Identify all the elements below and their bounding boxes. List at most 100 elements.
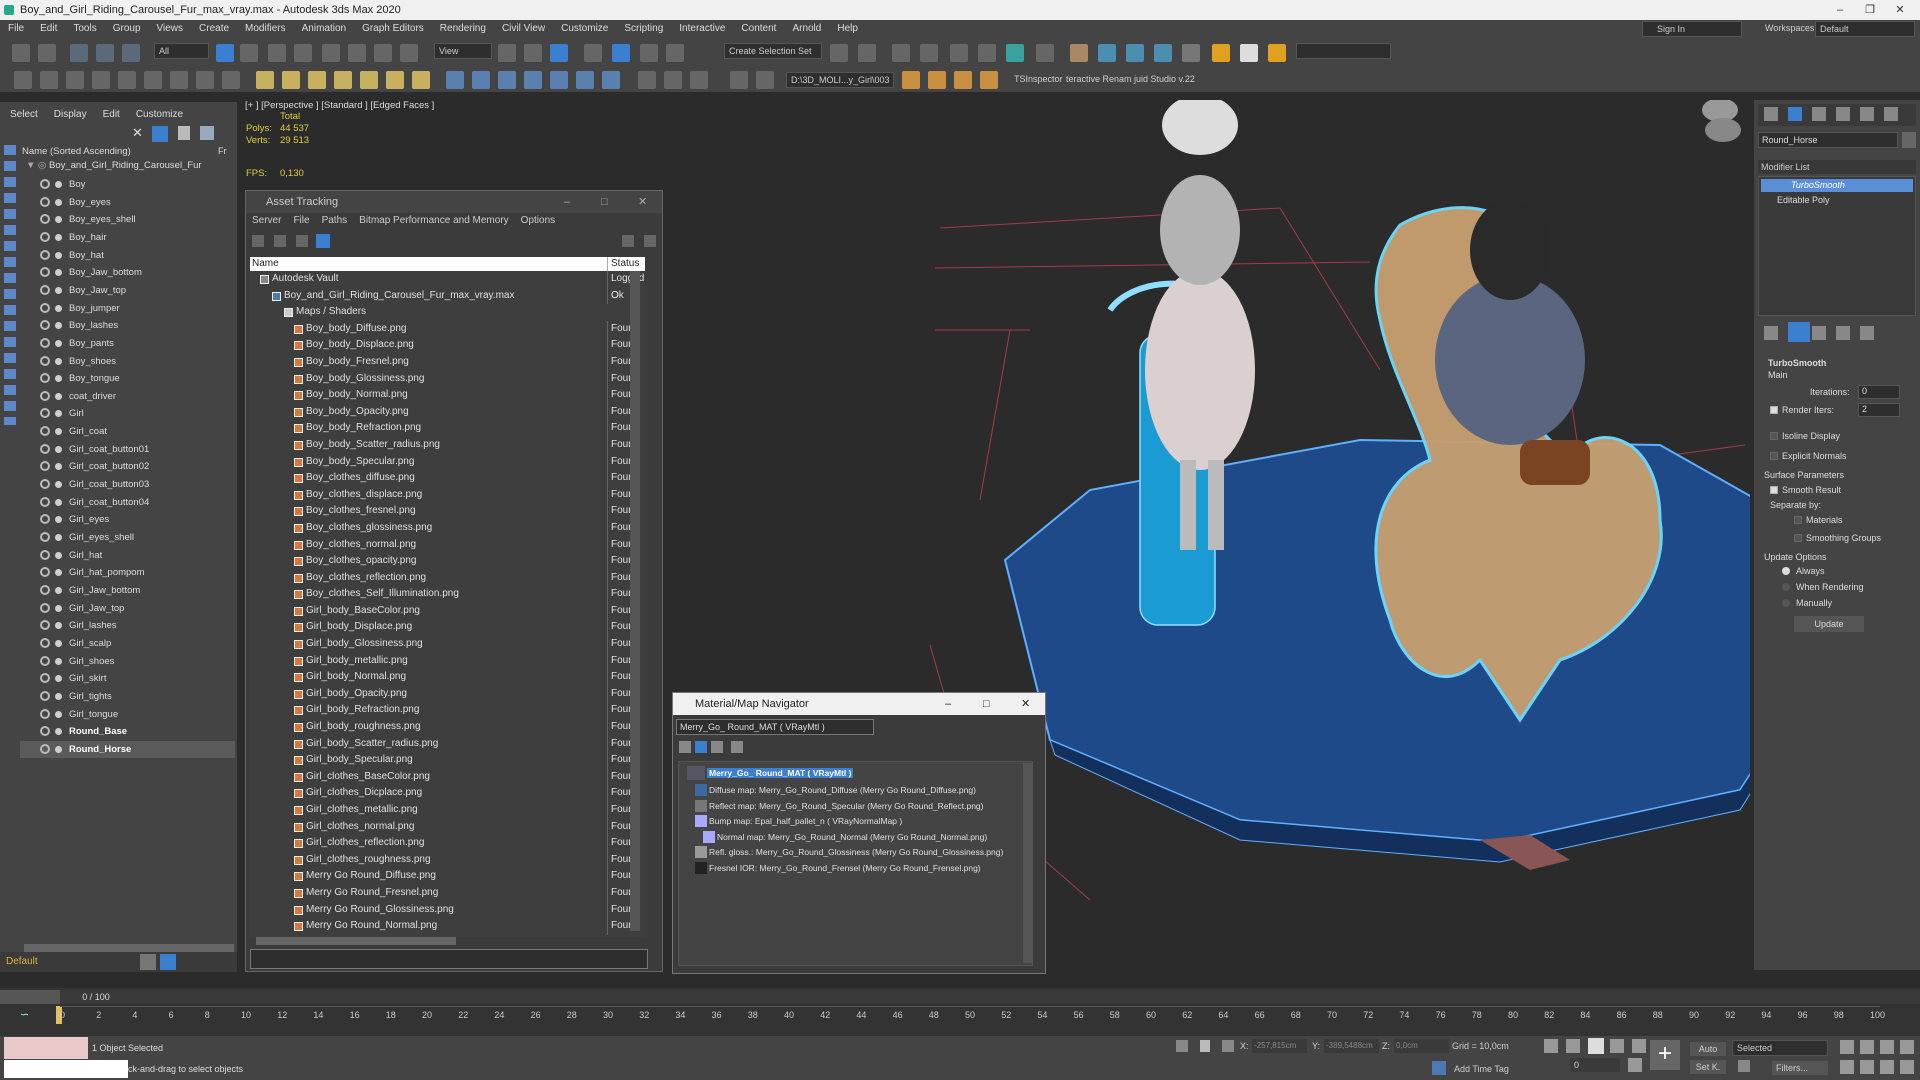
asset-row-maps[interactable]: Maps / Shaders bbox=[250, 304, 645, 321]
menu-rendering[interactable]: Rendering bbox=[432, 20, 494, 38]
menu-modifiers[interactable]: Modifiers bbox=[237, 20, 294, 38]
torus-icon[interactable] bbox=[334, 71, 352, 89]
material-root[interactable]: Merry_Go_ Round_MAT ( VRayMtl ) bbox=[707, 768, 854, 778]
configure-modifier-sets-icon[interactable] bbox=[1860, 326, 1874, 340]
asset-row[interactable]: Girl_body_Normal.png Found bbox=[250, 669, 645, 686]
render-iterative-icon[interactable] bbox=[1126, 44, 1144, 62]
zoom-extents-icon[interactable] bbox=[1880, 1040, 1894, 1054]
visibility-eye-icon[interactable] bbox=[40, 479, 50, 490]
visibility-eye-icon[interactable] bbox=[40, 179, 50, 189]
stack-editable-poly[interactable]: Editable Poly bbox=[1761, 194, 1913, 207]
asset-menu-bitmap[interactable]: Bitmap Performance and Memory bbox=[353, 213, 515, 229]
scene-item[interactable]: Girl_coat_button02 bbox=[20, 458, 235, 475]
scene-item[interactable]: Boy_hair bbox=[20, 229, 235, 246]
asset-path-field[interactable] bbox=[250, 949, 648, 969]
maxscript-listener[interactable] bbox=[4, 1037, 88, 1059]
tool-l-icon[interactable] bbox=[498, 71, 516, 89]
scene-item[interactable]: Girl_Jaw_bottom bbox=[20, 582, 235, 599]
update-button[interactable]: Update bbox=[1794, 616, 1864, 632]
percent-snap-icon[interactable] bbox=[640, 44, 658, 62]
render-production-icon[interactable] bbox=[1098, 44, 1116, 62]
scene-view-icon[interactable] bbox=[160, 954, 176, 970]
smoothing-groups-checkbox[interactable] bbox=[1794, 534, 1802, 542]
close-icon[interactable]: ✕ bbox=[1880, 0, 1920, 20]
visibility-eye-icon[interactable] bbox=[40, 637, 50, 648]
asset-row[interactable]: Boy_body_Displace.png Found bbox=[250, 337, 645, 354]
visibility-eye-icon[interactable] bbox=[40, 214, 50, 225]
scene-item[interactable]: Boy_pants bbox=[20, 335, 235, 352]
time-config-icon[interactable] bbox=[1628, 1058, 1642, 1072]
cylinder-icon[interactable] bbox=[308, 71, 326, 89]
scene-item[interactable]: Boy_Jaw_bottom bbox=[20, 264, 235, 281]
current-frame-field[interactable]: 0 bbox=[1570, 1058, 1620, 1072]
arnold-a-icon[interactable] bbox=[1212, 44, 1230, 62]
scene-item[interactable]: Boy_shoes bbox=[20, 353, 235, 370]
object-name-field[interactable]: Round_Horse bbox=[1758, 132, 1898, 148]
set-key-button[interactable]: Set K. bbox=[1690, 1060, 1726, 1074]
asset-row[interactable]: Boy_body_Fresnel.png Found bbox=[250, 353, 645, 371]
mat-close-icon[interactable]: ✕ bbox=[1021, 693, 1030, 715]
visibility-eye-icon[interactable] bbox=[40, 426, 50, 437]
camera-icon[interactable] bbox=[412, 71, 430, 89]
asset-name-column[interactable]: Name bbox=[252, 257, 279, 271]
renamer-button[interactable]: teractive Renam juid Studio v.22 bbox=[1066, 74, 1195, 84]
scene-item[interactable]: Boy_eyes_shell bbox=[20, 211, 235, 228]
tab-display[interactable]: Display bbox=[44, 106, 93, 124]
material-map-row[interactable]: Diffuse map: Merry_Go_Round_Diffuse (Mer… bbox=[709, 785, 976, 795]
time-tag-icon[interactable] bbox=[1432, 1061, 1446, 1075]
render-iters-spinner[interactable]: 2 bbox=[1858, 403, 1900, 417]
modify-tab-icon[interactable] bbox=[1788, 107, 1802, 121]
visibility-eye-icon[interactable] bbox=[40, 355, 50, 366]
key-mode-icon[interactable] bbox=[1738, 1060, 1750, 1072]
asset-horizontal-scrollbar[interactable] bbox=[256, 937, 456, 945]
add-key-icon[interactable]: + bbox=[1650, 1040, 1680, 1070]
asset-row[interactable]: Girl_body_Refraction.png Found bbox=[250, 702, 645, 720]
asset-minimize-icon[interactable]: – bbox=[564, 191, 570, 213]
asset-row[interactable]: Boy_body_Specular.png Found bbox=[250, 453, 645, 471]
name-column-header[interactable]: Name (Sorted Ascending) bbox=[22, 146, 131, 157]
arnold-b-icon[interactable] bbox=[1240, 44, 1258, 62]
visibility-eye-icon[interactable] bbox=[40, 532, 50, 542]
asset-row[interactable]: Girl_body_Scatter_radius.png Found bbox=[250, 735, 645, 753]
asset-tool-4-icon[interactable] bbox=[316, 234, 330, 248]
pin-stack-icon[interactable] bbox=[1764, 326, 1778, 340]
asset-menu-paths[interactable]: Paths bbox=[316, 213, 354, 229]
asset-row[interactable]: Girl_body_metallic.png Found bbox=[250, 652, 645, 670]
visibility-eye-icon[interactable] bbox=[40, 567, 50, 578]
mat-minimize-icon[interactable]: – bbox=[945, 693, 951, 715]
align-icon[interactable] bbox=[858, 44, 876, 62]
visibility-eye-icon[interactable] bbox=[40, 302, 50, 313]
view-list-icons-icon[interactable] bbox=[695, 741, 707, 753]
sphere-icon[interactable] bbox=[282, 71, 300, 89]
visibility-eye-icon[interactable] bbox=[40, 390, 50, 401]
menu-edit[interactable]: Edit bbox=[32, 20, 65, 38]
angle-snap-icon[interactable] bbox=[612, 44, 630, 62]
menu-tools[interactable]: Tools bbox=[65, 20, 104, 38]
tool-a-icon[interactable] bbox=[14, 71, 32, 89]
tool-j-icon[interactable] bbox=[446, 71, 464, 89]
visibility-eye-icon[interactable] bbox=[40, 320, 50, 331]
asset-status-column[interactable]: Status bbox=[607, 257, 639, 271]
asset-menu-server[interactable]: Server bbox=[246, 213, 287, 229]
visibility-eye-icon[interactable] bbox=[40, 726, 50, 737]
iterations-spinner[interactable]: 0 bbox=[1858, 385, 1900, 399]
tool-u-icon[interactable] bbox=[756, 71, 774, 89]
tool-f-icon[interactable] bbox=[144, 71, 162, 89]
isolate-selection-icon[interactable] bbox=[1176, 1040, 1188, 1052]
asset-row[interactable]: Boy_clothes_Self_Illumination.png Found bbox=[250, 586, 645, 603]
spinner-snap-icon[interactable] bbox=[666, 44, 684, 62]
tsinspector-button[interactable]: TSInspector bbox=[1014, 74, 1063, 84]
scene-item[interactable]: Girl bbox=[20, 405, 235, 422]
visibility-eye-icon[interactable] bbox=[40, 443, 50, 454]
next-frame-icon[interactable] bbox=[1610, 1039, 1624, 1053]
asset-row[interactable]: Boy_body_Glossiness.png Found bbox=[250, 370, 645, 388]
scene-item[interactable]: Girl_hat bbox=[20, 547, 235, 564]
asset-tracking-titlebar[interactable]: Asset Tracking – □ ✕ bbox=[246, 191, 662, 213]
scene-item[interactable]: Boy_lashes bbox=[20, 317, 235, 334]
show-end-result-icon[interactable] bbox=[1788, 322, 1810, 342]
tab-edit[interactable]: Edit bbox=[93, 106, 126, 124]
horizontal-scrollbar[interactable] bbox=[24, 944, 234, 952]
box-icon[interactable] bbox=[256, 71, 274, 89]
asset-row[interactable]: Girl_body_roughness.png Found bbox=[250, 719, 645, 736]
asset-maximize-icon[interactable]: □ bbox=[601, 191, 608, 213]
